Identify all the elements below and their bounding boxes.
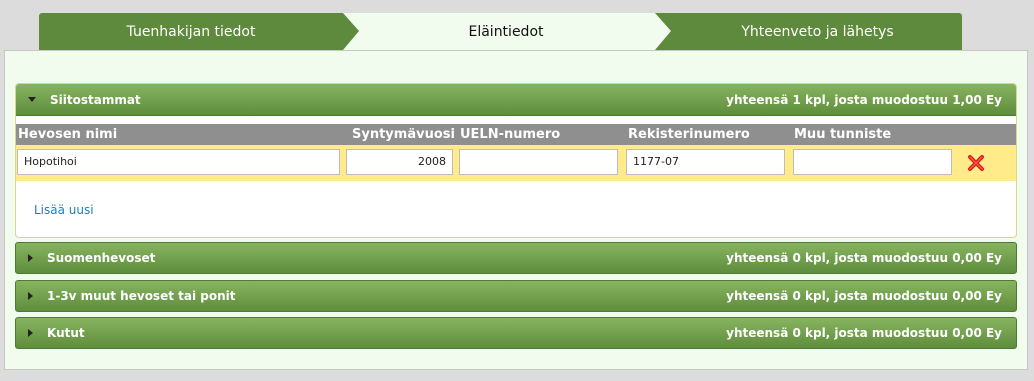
col-register-number: Rekisterinumero <box>628 127 750 142</box>
section-header-finnhorses[interactable]: Suomenhevoset yhteensä 0 kpl, josta muod… <box>15 242 1017 274</box>
step-applicant-info[interactable]: Tuenhakijan tiedot <box>39 13 361 50</box>
animal-info-panel: Siitostammat yhteensä 1 kpl, josta muodo… <box>4 50 1028 370</box>
triangle-right-icon <box>28 292 33 300</box>
section-title: Kutut <box>47 326 85 340</box>
birth-year-input[interactable]: 2008 <box>346 149 453 175</box>
col-other-identifier: Muu tunniste <box>794 127 892 142</box>
section-title: Siitostammat <box>50 92 141 107</box>
triangle-right-icon <box>28 254 33 262</box>
triangle-right-icon <box>28 329 33 337</box>
table-header: Hevosen nimi Syntymävuosi UELN-numero Re… <box>16 124 1016 145</box>
section-does: Kutut yhteensä 0 kpl, josta muodostuu 0,… <box>15 317 1017 350</box>
section-breeding-mares: Siitostammat yhteensä 1 kpl, josta muodo… <box>15 83 1017 238</box>
section-summary: yhteensä 0 kpl, josta muodostuu 0,00 Ey <box>726 251 1002 265</box>
register-number-input[interactable]: 1177-07 <box>626 149 785 175</box>
wizard-steps: Tuenhakijan tiedot Eläintiedot Yhteenvet… <box>0 0 1034 52</box>
section-summary: yhteensä 0 kpl, josta muodostuu 0,00 Ey <box>726 289 1002 303</box>
add-new-link[interactable]: Lisää uusi <box>34 203 94 217</box>
section-finnhorses: Suomenhevoset yhteensä 0 kpl, josta muod… <box>15 242 1017 275</box>
col-ueln-number: UELN-numero <box>460 127 561 142</box>
table-row: Hopotihoi 2008 1177-07 <box>16 145 1016 181</box>
section-title: Suomenhevoset <box>47 251 156 265</box>
step-summary-submit[interactable]: Yhteenveto ja lähetys <box>655 13 962 50</box>
section-header-breeding-mares[interactable]: Siitostammat yhteensä 1 kpl, josta muodo… <box>16 84 1016 116</box>
section-summary: yhteensä 1 kpl, josta muodostuu 1,00 Ey <box>726 92 1002 107</box>
section-title: 1-3v muut hevoset tai ponit <box>47 289 236 303</box>
delete-x-icon[interactable] <box>967 154 985 172</box>
section-header-young-horses-ponies[interactable]: 1-3v muut hevoset tai ponit yhteensä 0 k… <box>15 280 1017 312</box>
section-summary: yhteensä 0 kpl, josta muodostuu 0,00 Ey <box>726 326 1002 340</box>
section-header-does[interactable]: Kutut yhteensä 0 kpl, josta muodostuu 0,… <box>15 317 1017 349</box>
triangle-down-icon <box>28 97 36 102</box>
horse-name-input[interactable]: Hopotihoi <box>17 149 340 175</box>
col-birth-year: Syntymävuosi <box>352 127 455 142</box>
other-identifier-input[interactable] <box>793 149 952 175</box>
step-animal-info[interactable]: Eläintiedot <box>343 13 673 50</box>
col-horse-name: Hevosen nimi <box>18 127 118 142</box>
section-young-horses-ponies: 1-3v muut hevoset tai ponit yhteensä 0 k… <box>15 280 1017 313</box>
ueln-number-input[interactable] <box>459 149 618 175</box>
